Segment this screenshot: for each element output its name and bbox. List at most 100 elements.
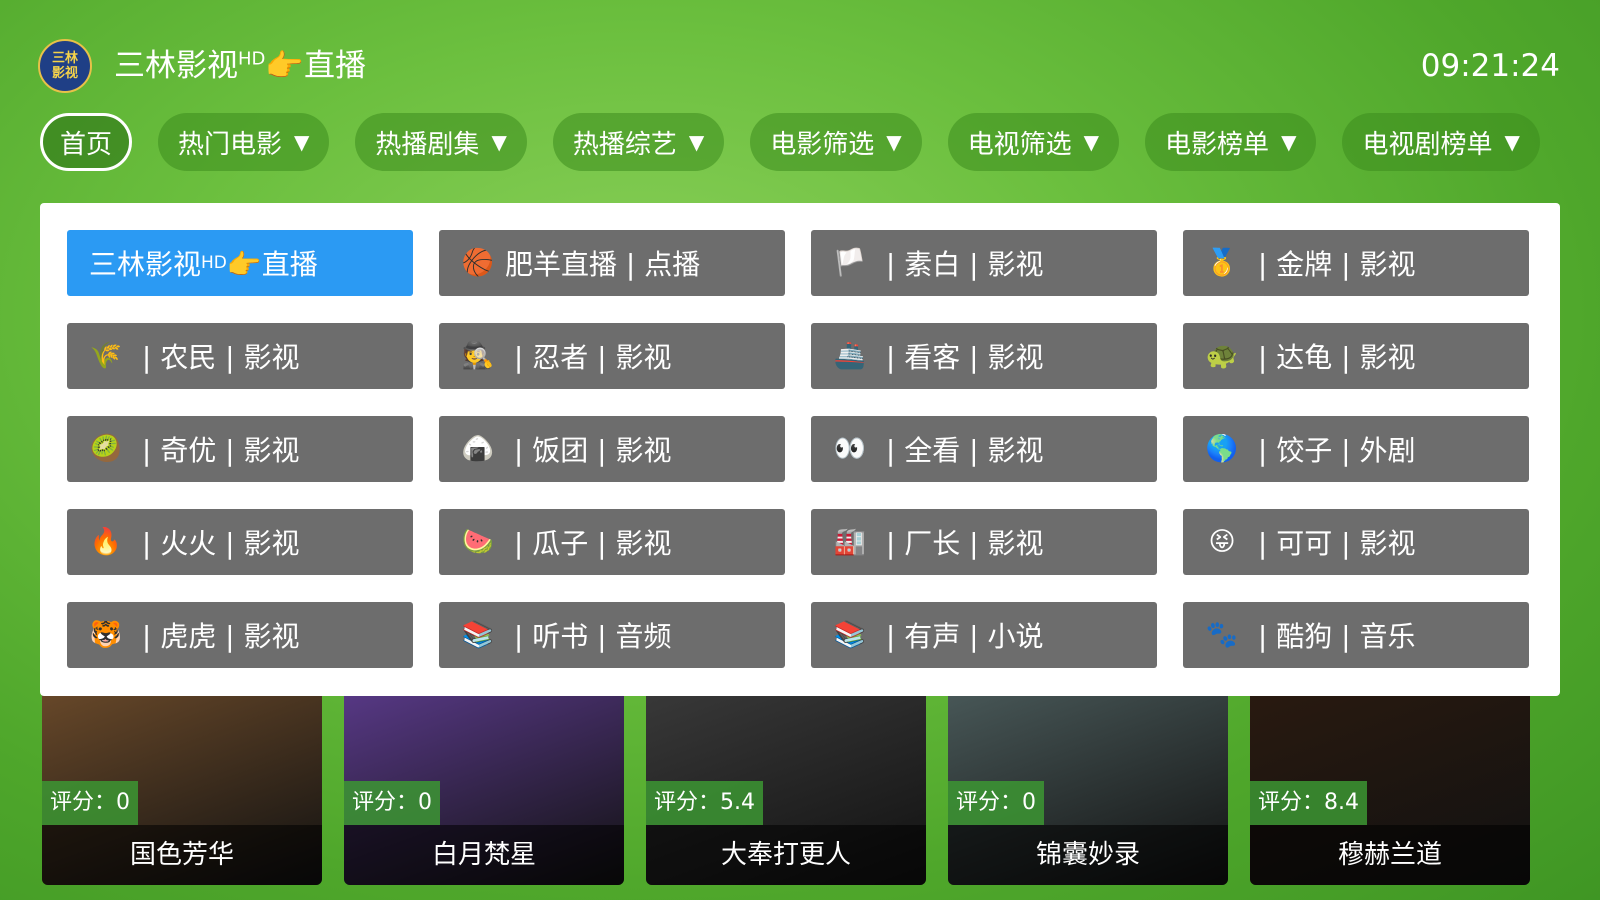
poster-card[interactable]: 评分：5.4 大奉打更人 bbox=[646, 680, 926, 885]
source-emoji-icon: 🌾 bbox=[89, 341, 123, 371]
tab-3[interactable]: 热播综艺 ▼ bbox=[552, 113, 725, 171]
source-item[interactable]: 🍙 | 饭团 | 影视 bbox=[439, 416, 785, 482]
poster-card[interactable]: 评分：0 国色芳华 bbox=[42, 680, 322, 885]
poster-card[interactable]: 评分：0 锦囊妙录 bbox=[948, 680, 1228, 885]
source-item[interactable]: 🏭 | 厂长 | 影视 bbox=[811, 509, 1157, 575]
source-item[interactable]: 😝 | 可可 | 影视 bbox=[1183, 509, 1529, 575]
logo-line1: 三林 bbox=[51, 51, 78, 66]
poster-rating: 评分：0 bbox=[344, 781, 440, 825]
source-item[interactable]: 🌎 | 饺子 | 外剧 bbox=[1183, 416, 1529, 482]
source-grid: 三林影视 HD 👉直播 🏀 肥羊直播 | 点播 🏳️ | 素白 | 影视 🥇 | 金牌 | … bbox=[67, 230, 1529, 668]
source-label: | 有声 | 小说 bbox=[877, 620, 1044, 653]
source-emoji-icon: 🌎 bbox=[1205, 434, 1239, 464]
tab-7[interactable]: 电视剧榜单 ▼ bbox=[1342, 113, 1540, 171]
poster-title: 大奉打更人 bbox=[646, 825, 926, 885]
source-emoji-icon: 🍉 bbox=[461, 527, 495, 557]
source-item[interactable]: 👀 | 全看 | 影视 bbox=[811, 416, 1157, 482]
tab-5[interactable]: 电视筛选 ▼ bbox=[947, 113, 1120, 171]
source-emoji-icon: 🥝 bbox=[89, 434, 123, 464]
source-label: | 看客 | 影视 bbox=[877, 341, 1044, 374]
poster-rating: 评分：0 bbox=[948, 781, 1044, 825]
source-label: | 可可 | 影视 bbox=[1249, 527, 1416, 560]
poster-title: 白月梵星 bbox=[344, 825, 624, 885]
tab-label: 热播综艺 bbox=[572, 129, 677, 160]
category-tabs: 首页 热门电影 ▼ 热播剧集 ▼ 热播综艺 ▼ 电影筛选 ▼ 电视筛选 ▼ 电影榜单 ▼ 电视剧榜单 ▼ bbox=[40, 113, 1600, 171]
source-emoji-icon: 📚 bbox=[833, 620, 867, 650]
source-emoji-icon: 🍙 bbox=[461, 434, 495, 464]
source-label: | 厂长 | 影视 bbox=[877, 527, 1044, 560]
source-label: | 虎虎 | 影视 bbox=[133, 620, 300, 653]
source-item[interactable]: 📚 | 有声 | 小说 bbox=[811, 602, 1157, 668]
source-label: | 火火 | 影视 bbox=[133, 527, 300, 560]
source-emoji-icon: 🐢 bbox=[1205, 341, 1239, 371]
poster-title: 穆赫兰道 bbox=[1250, 825, 1530, 885]
poster-card[interactable]: 评分：0 白月梵星 bbox=[344, 680, 624, 885]
source-item[interactable]: 🥇 | 金牌 | 影视 bbox=[1183, 230, 1529, 296]
source-label-tail: 👉直播 bbox=[226, 248, 318, 281]
source-label: | 全看 | 影视 bbox=[877, 434, 1044, 467]
source-item[interactable]: 🐾 | 酷狗 | 音乐 bbox=[1183, 602, 1529, 668]
poster-card[interactable]: 评分：8.4 穆赫兰道 bbox=[1250, 680, 1530, 885]
source-emoji-icon: 🏀 bbox=[461, 248, 495, 278]
source-emoji-icon: 🐯 bbox=[89, 620, 123, 650]
source-label: | 饭团 | 影视 bbox=[505, 434, 672, 467]
source-item[interactable]: 🌾 | 农民 | 影视 bbox=[67, 323, 413, 389]
source-emoji-icon: 🏭 bbox=[833, 527, 867, 557]
source-item[interactable]: 🥝 | 奇优 | 影视 bbox=[67, 416, 413, 482]
source-label: 三林影视 bbox=[89, 248, 202, 281]
app-title-main: 三林影视 bbox=[114, 48, 238, 84]
source-emoji-icon: 🕵️ bbox=[461, 341, 495, 371]
tab-1[interactable]: 热门电影 ▼ bbox=[158, 113, 330, 171]
source-emoji-icon: 📚 bbox=[461, 620, 495, 650]
logo-line2: 影视 bbox=[51, 66, 78, 81]
source-emoji-icon: 🐾 bbox=[1205, 620, 1239, 650]
source-label: | 农民 | 影视 bbox=[133, 341, 300, 374]
source-item[interactable]: 🔥 | 火火 | 影视 bbox=[67, 509, 413, 575]
source-emoji-icon: 🏳️ bbox=[833, 248, 867, 278]
source-label: | 奇优 | 影视 bbox=[133, 434, 300, 467]
source-item[interactable]: 🏳️ | 素白 | 影视 bbox=[811, 230, 1157, 296]
app-title-tail: 👉直播 bbox=[265, 48, 367, 84]
source-label: | 饺子 | 外剧 bbox=[1249, 434, 1416, 467]
filter-icon: ▼ bbox=[886, 130, 902, 154]
tab-label: 电影榜单 bbox=[1165, 129, 1270, 160]
app-title: 三林影视HD👉直播 bbox=[114, 42, 366, 90]
source-item[interactable]: 🍉 | 瓜子 | 影视 bbox=[439, 509, 785, 575]
source-label: | 瓜子 | 影视 bbox=[505, 527, 672, 560]
source-label: | 达龟 | 影视 bbox=[1249, 341, 1416, 374]
tab-label: 电视剧榜单 bbox=[1362, 129, 1493, 160]
app-title-sup: HD bbox=[238, 48, 266, 70]
source-item[interactable]: 🏀 肥羊直播 | 点播 bbox=[439, 230, 785, 296]
tab-label: 首页 bbox=[60, 129, 113, 160]
tab-6[interactable]: 电影榜单 ▼ bbox=[1145, 113, 1317, 171]
tab-label: 电影筛选 bbox=[770, 129, 875, 160]
source-emoji-icon: 🚢 bbox=[833, 341, 867, 371]
poster-rating: 评分：8.4 bbox=[1250, 781, 1367, 825]
tab-4[interactable]: 电影筛选 ▼ bbox=[750, 113, 922, 171]
poster-title: 锦囊妙录 bbox=[948, 825, 1228, 885]
tab-2[interactable]: 热播剧集 ▼ bbox=[355, 113, 527, 171]
poster-rating: 评分：0 bbox=[42, 781, 138, 825]
source-emoji-icon: 😝 bbox=[1208, 527, 1236, 557]
tab-label: 热门电影 bbox=[178, 129, 283, 160]
source-item[interactable]: 🐯 | 虎虎 | 影视 bbox=[67, 602, 413, 668]
source-emoji-icon: 🔥 bbox=[89, 527, 123, 557]
source-label: | 酷狗 | 音乐 bbox=[1249, 620, 1416, 653]
source-item[interactable]: 🕵️ | 忍者 | 影视 bbox=[439, 323, 785, 389]
app-logo: 三林 影视 bbox=[38, 39, 92, 93]
source-label: | 素白 | 影视 bbox=[877, 248, 1044, 281]
source-item[interactable]: 三林影视 HD 👉直播 bbox=[67, 230, 413, 296]
source-selector-panel: 三林影视 HD 👉直播 🏀 肥羊直播 | 点播 🏳️ | 素白 | 影视 🥇 | 金牌 | … bbox=[40, 203, 1560, 696]
source-item[interactable]: 🐢 | 达龟 | 影视 bbox=[1183, 323, 1529, 389]
source-item[interactable]: 🚢 | 看客 | 影视 bbox=[811, 323, 1157, 389]
filter-icon: ▼ bbox=[1281, 130, 1297, 154]
source-item[interactable]: 📚 | 听书 | 音频 bbox=[439, 602, 785, 668]
tab-0[interactable]: 首页 bbox=[40, 113, 133, 171]
filter-icon: ▼ bbox=[1083, 130, 1100, 154]
filter-icon: ▼ bbox=[688, 130, 705, 154]
source-emoji-icon: 🥇 bbox=[1205, 248, 1239, 278]
source-emoji-icon: 👀 bbox=[833, 434, 867, 464]
source-label: | 金牌 | 影视 bbox=[1249, 248, 1416, 281]
filter-icon: ▼ bbox=[1504, 130, 1520, 154]
source-label: 肥羊直播 | 点播 bbox=[505, 248, 701, 281]
